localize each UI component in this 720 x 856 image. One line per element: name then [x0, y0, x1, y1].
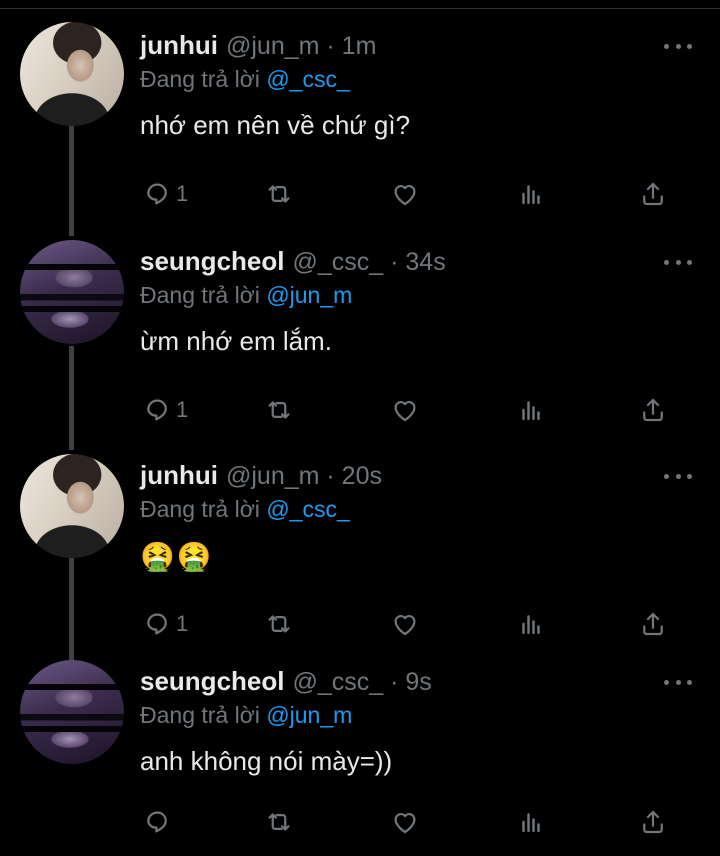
analytics-icon	[522, 401, 540, 420]
share-button[interactable]	[638, 604, 668, 644]
share-icon	[643, 810, 663, 834]
action-bar	[140, 802, 680, 842]
mention-link[interactable]: @jun_m	[266, 702, 352, 728]
retweet-button[interactable]	[264, 390, 294, 430]
tweet-text: 🤮🤮	[140, 541, 214, 572]
thread-connector	[69, 124, 74, 236]
reply-count: 1	[176, 397, 189, 422]
top-divider	[0, 8, 720, 9]
reply-button[interactable]: 1	[142, 390, 188, 430]
action-bar: 1	[140, 390, 680, 430]
tweet-header: seungcheol @_csc_ · 9s	[140, 666, 432, 702]
handle-time: @_csc_ · 9s	[292, 668, 432, 696]
replying-label: Đang trả lời	[140, 66, 260, 92]
share-button[interactable]	[638, 802, 668, 842]
action-bar: 1	[140, 174, 680, 214]
reply-count: 1	[176, 181, 189, 206]
replying-to: Đang trả lời @jun_m	[140, 702, 352, 729]
retweet-icon	[268, 401, 290, 419]
reply-icon	[147, 613, 167, 635]
replying-to: Đang trả lời @_csc_	[140, 496, 350, 523]
avatar[interactable]	[20, 240, 124, 344]
handle-time: @jun_m · 1m	[225, 32, 377, 60]
share-button[interactable]	[638, 390, 668, 430]
mention-link[interactable]: @jun_m	[266, 282, 352, 308]
retweet-button[interactable]	[264, 174, 294, 214]
tweet-header: junhui @jun_m · 1m	[140, 30, 376, 66]
reply-icon	[147, 811, 167, 833]
mention-link[interactable]: @_csc_	[266, 66, 349, 92]
more-icon[interactable]	[664, 672, 692, 692]
reply-icon	[147, 183, 167, 205]
like-button[interactable]	[390, 390, 420, 430]
heart-icon	[394, 401, 416, 422]
avatar[interactable]	[20, 22, 124, 126]
display-name[interactable]: seungcheol	[140, 666, 284, 697]
reply-thread: junhui @jun_m · 1m Đang trả lời @_csc_ n…	[0, 0, 720, 856]
share-icon	[643, 612, 663, 636]
more-icon[interactable]	[664, 466, 692, 486]
handle-time: @_csc_ · 34s	[292, 248, 446, 276]
reply-button[interactable]: 1	[142, 174, 188, 214]
views-button[interactable]	[516, 174, 546, 214]
replying-label: Đang trả lời	[140, 702, 260, 728]
thread-connector	[69, 558, 74, 660]
like-button[interactable]	[390, 802, 420, 842]
display-name[interactable]: seungcheol	[140, 246, 284, 277]
replying-label: Đang trả lời	[140, 282, 260, 308]
reply-count: 1	[176, 611, 189, 636]
avatar[interactable]	[20, 454, 124, 558]
replying-to: Đang trả lời @_csc_	[140, 66, 350, 93]
heart-icon	[394, 185, 416, 206]
avatar[interactable]	[20, 660, 124, 764]
analytics-icon	[522, 185, 540, 204]
views-button[interactable]	[516, 604, 546, 644]
retweet-icon	[268, 813, 290, 831]
reply-button[interactable]	[142, 802, 176, 842]
views-button[interactable]	[516, 802, 546, 842]
retweet-button[interactable]	[264, 802, 294, 842]
tweet-header: junhui @jun_m · 20s	[140, 460, 382, 496]
mention-link[interactable]: @_csc_	[266, 496, 349, 522]
reply-icon	[147, 399, 167, 421]
tweet-header: seungcheol @_csc_ · 34s	[140, 246, 446, 282]
thread-connector	[69, 346, 74, 450]
tweet-text: ừm nhớ em lắm.	[140, 326, 332, 356]
tweet-text: anh không nói mày=))	[140, 746, 393, 776]
retweet-icon	[268, 615, 290, 633]
replying-to: Đang trả lời @jun_m	[140, 282, 352, 309]
like-button[interactable]	[390, 174, 420, 214]
display-name[interactable]: junhui	[140, 30, 218, 61]
replying-label: Đang trả lời	[140, 496, 260, 522]
handle-time: @jun_m · 20s	[225, 462, 382, 490]
analytics-icon	[522, 615, 540, 634]
analytics-icon	[522, 813, 540, 832]
action-bar: 1	[140, 604, 680, 644]
retweet-icon	[268, 185, 290, 203]
share-icon	[643, 398, 663, 422]
retweet-button[interactable]	[264, 604, 294, 644]
more-icon[interactable]	[664, 36, 692, 56]
share-button[interactable]	[638, 174, 668, 214]
more-icon[interactable]	[664, 252, 692, 272]
heart-icon	[394, 813, 416, 834]
like-button[interactable]	[390, 604, 420, 644]
heart-icon	[394, 615, 416, 636]
reply-button[interactable]: 1	[142, 604, 188, 644]
tweet-text: nhớ em nên về chứ gì?	[140, 110, 411, 140]
share-icon	[643, 182, 663, 206]
views-button[interactable]	[516, 390, 546, 430]
display-name[interactable]: junhui	[140, 460, 218, 491]
